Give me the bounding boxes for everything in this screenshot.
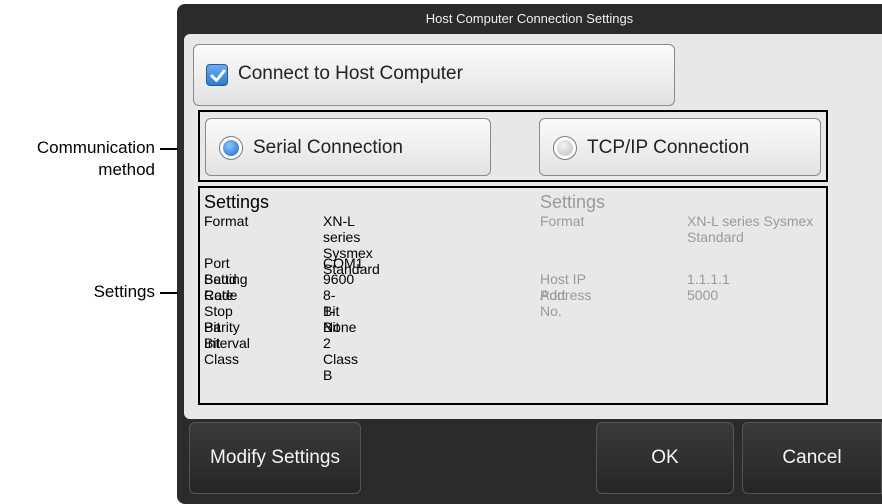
- connect-to-host-label: Connect to Host Computer: [238, 63, 463, 84]
- checkbox-checked-icon[interactable]: [206, 64, 228, 86]
- serial-interval-label: Interval: [204, 335, 250, 351]
- serial-interval-value: 2: [323, 335, 331, 351]
- serial-parity-value: None: [323, 319, 357, 335]
- serial-connection-label: Serial Connection: [253, 137, 403, 158]
- serial-baud-value: 9600: [323, 271, 355, 287]
- serial-format-label: Format: [204, 213, 249, 229]
- dialog-title: Host Computer Connection Settings: [425, 11, 634, 26]
- cancel-button[interactable]: Cancel: [742, 422, 882, 494]
- ok-button[interactable]: OK: [596, 422, 734, 494]
- tcpip-format-label: Format: [540, 213, 585, 229]
- serial-format-value-line1: XN-L series Sysmex: [323, 213, 373, 261]
- annotation-communication-method: Communication method: [0, 137, 155, 181]
- tcpip-settings-heading: Settings: [540, 192, 606, 212]
- annotation-line2: method: [98, 160, 155, 179]
- annotation-settings: Settings: [93, 282, 155, 301]
- serial-code-label: Code: [204, 287, 238, 303]
- tcpip-ip-value: 1.1.1.1: [687, 271, 730, 287]
- settings-panel: Connect to Host Computer Serial Connecti…: [184, 34, 882, 419]
- modify-settings-button[interactable]: Modify Settings: [189, 422, 361, 494]
- radio-selected-icon[interactable]: [219, 136, 243, 160]
- tcpip-format-value: XN-L series Sysmex Standard: [687, 213, 822, 245]
- tcpip-port-label: Port No.: [540, 287, 566, 319]
- serial-connection-option[interactable]: Serial Connection: [205, 118, 491, 176]
- serial-class-label: Class: [204, 351, 240, 367]
- serial-class-value: Class B: [323, 351, 359, 383]
- serial-settings-heading: Settings: [204, 192, 270, 212]
- host-connection-dialog: Host Computer Connection Settings Connec…: [177, 4, 882, 504]
- tcpip-port-value: 5000: [687, 287, 719, 303]
- connect-to-host-toggle[interactable]: Connect to Host Computer: [193, 44, 675, 106]
- tcpip-connection-label: TCP/IP Connection: [587, 137, 750, 158]
- tcpip-format-value-line1: XN-L series Sysmex: [687, 213, 814, 229]
- tcpip-connection-option[interactable]: TCP/IP Connection: [539, 118, 821, 176]
- radio-unselected-icon[interactable]: [553, 136, 577, 160]
- tcpip-format-value-line2: Standard: [687, 229, 744, 245]
- annotation-line1: Communication: [36, 138, 155, 157]
- serial-port-value: COM1: [323, 255, 364, 271]
